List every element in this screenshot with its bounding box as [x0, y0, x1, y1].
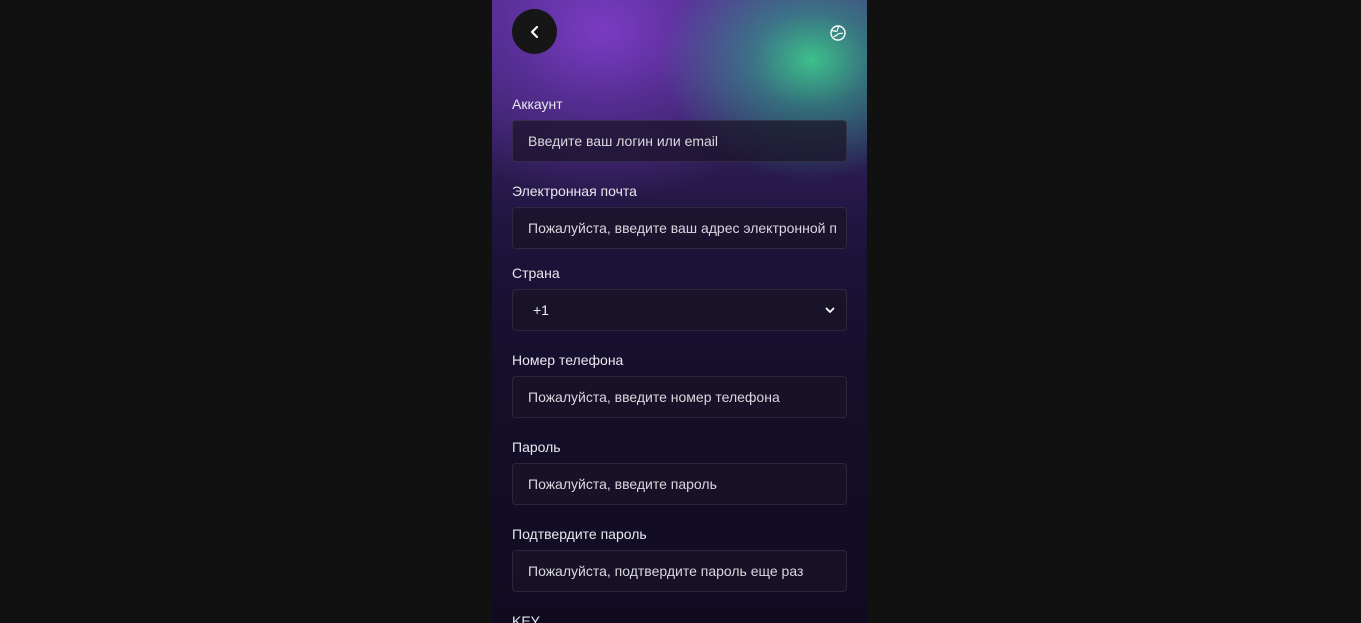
phone-field: Номер телефона	[512, 351, 847, 418]
account-input[interactable]	[512, 120, 847, 162]
registration-panel: Аккаунт Электронная почта Страна +1 Номе…	[492, 0, 867, 623]
chevron-left-icon	[530, 25, 538, 38]
country-label: Страна	[512, 265, 560, 281]
confirm-password-label: Подтвердите пароль	[512, 526, 647, 542]
key-field: KEY	[512, 612, 847, 623]
email-label: Электронная почта	[512, 183, 637, 199]
account-field: Аккаунт	[512, 95, 847, 162]
country-select[interactable]: +1	[512, 289, 847, 331]
country-field: Страна +1	[512, 264, 847, 331]
globe-icon[interactable]	[829, 24, 847, 42]
confirm-password-input[interactable]	[512, 550, 847, 592]
chevron-down-icon	[825, 307, 835, 313]
back-button[interactable]	[512, 9, 557, 54]
email-field: Электронная почта	[512, 182, 847, 249]
password-field: Пароль	[512, 438, 847, 505]
confirm-password-field: Подтвердите пароль	[512, 525, 847, 592]
password-input[interactable]	[512, 463, 847, 505]
account-label: Аккаунт	[512, 96, 563, 112]
phone-label: Номер телефона	[512, 352, 624, 368]
email-input[interactable]	[512, 207, 847, 249]
password-label: Пароль	[512, 439, 561, 455]
key-label: KEY	[512, 613, 541, 623]
country-select-value: +1	[533, 302, 549, 318]
phone-input[interactable]	[512, 376, 847, 418]
